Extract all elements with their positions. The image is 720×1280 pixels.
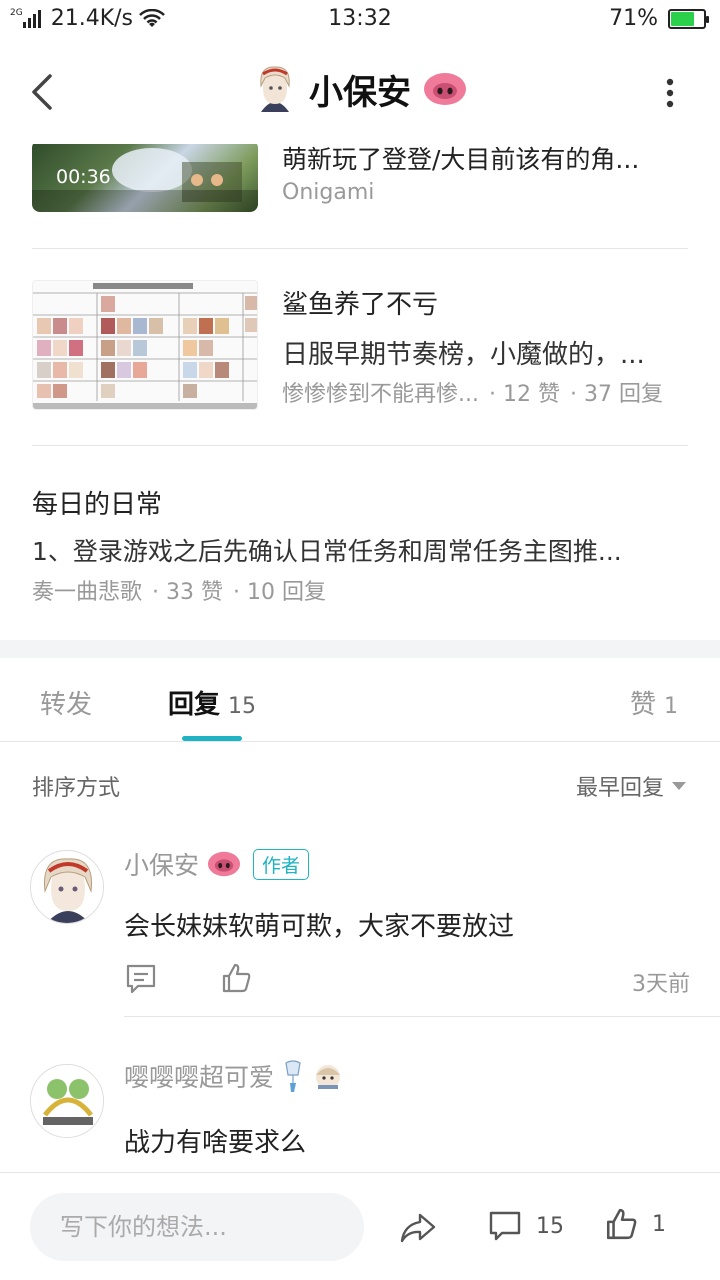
author-badge: 作者 <box>253 848 310 880</box>
tab-reply-label: 回复 <box>168 690 221 720</box>
feed-meta: 奏一曲悲歌 · 33 赞 · 10 回复 <box>32 574 326 606</box>
divider <box>32 248 688 249</box>
comment-time: 3天前 <box>632 972 690 997</box>
video-duration: 00:36 <box>56 166 111 188</box>
feed-replies: · 10 回复 <box>233 580 326 605</box>
section-separator <box>0 640 720 658</box>
active-tab-indicator <box>182 736 242 741</box>
feed-title: 每日的日常 <box>32 490 163 520</box>
feed-item[interactable]: 鲨鱼养了不亏 日服早期节奏榜，小魔做的，... 惨惨惨到不能再惨... · 12… <box>32 250 688 446</box>
feed-replies: · 37 回复 <box>569 382 663 407</box>
feed-author: 奏一曲悲歌 <box>32 580 143 605</box>
feed-item[interactable]: 每日的日常 1、登录游戏之后先确认日常任务和周常任务主图推... 奏一曲悲歌 ·… <box>32 470 688 610</box>
status-bar: 2G 21.4K/s 13:32 71% <box>0 0 720 40</box>
like-count: 1 <box>652 1211 666 1237</box>
tab-forward[interactable]: 转发 <box>40 684 92 721</box>
tab-reply[interactable]: 回复 15 <box>168 684 256 721</box>
feed-title: 鲨鱼养了不亏 <box>282 290 439 320</box>
feed-likes: · 12 赞 <box>488 382 560 407</box>
feed-meta: 惨惨惨到不能再惨... · 12 赞 · 37 回复 <box>282 376 688 408</box>
caret-down-icon <box>672 782 686 790</box>
avatar[interactable] <box>30 1064 104 1138</box>
tab-reply-count: 15 <box>228 694 257 719</box>
tier-list-image <box>33 283 257 409</box>
avatar[interactable] <box>30 850 104 924</box>
reply-icon[interactable] <box>124 962 158 996</box>
more-options-icon[interactable] <box>666 78 674 108</box>
like-button[interactable]: 1 <box>604 1207 666 1241</box>
comment-text: 战力有啥要求么 <box>124 1128 307 1158</box>
comment-author-name: 嘤嘤嘤超可爱 <box>124 1063 275 1092</box>
comment-count: 15 <box>536 1213 564 1239</box>
comment-text: 会长妹妹软萌可欺，大家不要放过 <box>124 912 515 942</box>
user-avatar-icon <box>31 851 103 923</box>
share-icon[interactable] <box>398 1211 438 1245</box>
comment-input[interactable] <box>30 1193 364 1261</box>
bottom-action-bar: 15 1 <box>0 1172 720 1280</box>
tab-like-label: 赞 <box>629 690 656 720</box>
user-avatar-icon <box>31 1065 103 1137</box>
status-right: 71% <box>609 6 709 31</box>
nav-title-group[interactable]: 小保安 <box>0 64 720 114</box>
comment-icon <box>489 1211 521 1241</box>
feed-author: 惨惨惨到不能再惨... <box>282 382 479 407</box>
pig-emoji-icon <box>207 851 241 877</box>
thumbs-up-icon[interactable] <box>220 962 252 994</box>
feed-likes: · 33 赞 <box>152 580 223 605</box>
comment-item[interactable]: 小保安 作者 会长妹妹软萌可欺，大家不要放过 3天前 <box>0 826 720 1018</box>
comment-author[interactable]: 小保安 作者 <box>124 846 310 882</box>
page-title: 小保安 <box>309 72 411 113</box>
sort-label: 排序方式 <box>32 776 121 801</box>
battery-level <box>671 11 694 26</box>
battery-icon <box>668 8 709 29</box>
sort-value: 最早回复 <box>575 776 664 801</box>
feed-author: Onigami <box>282 180 375 205</box>
sort-dropdown[interactable]: 最早回复 <box>576 770 686 802</box>
comment-input-box[interactable] <box>30 1193 364 1261</box>
comment-item[interactable]: 嘤嘤嘤超可爱 战力有啥要求么 <box>0 1018 720 1172</box>
feed-title: 萌新玩了登登/大目前该有的角... <box>282 145 640 174</box>
comment-author-name: 小保安 <box>124 851 200 880</box>
tab-forward-label: 转发 <box>40 690 93 720</box>
divider <box>124 1016 720 1017</box>
video-thumbnail: 00:36 <box>32 140 258 212</box>
feed-excerpt: 日服早期节奏榜，小魔做的，... <box>282 340 645 370</box>
comment-author[interactable]: 嘤嘤嘤超可爱 <box>124 1058 344 1094</box>
pig-emoji-icon <box>424 73 466 105</box>
wind-chime-icon <box>285 1060 301 1092</box>
comment-actions: 3天前 <box>124 962 690 1002</box>
top-nav-bar: 小保安 <box>0 40 720 144</box>
image-thumbnail <box>32 280 258 410</box>
feed-excerpt: 1、登录游戏之后先确认日常任务和周常任务主图推... <box>32 537 622 566</box>
sort-bar: 排序方式 最早回复 <box>0 742 720 826</box>
tab-like[interactable]: 赞1 <box>630 684 678 721</box>
thumbs-up-icon <box>606 1208 637 1240</box>
tab-like-count: 1 <box>664 694 678 719</box>
comment-count-button[interactable]: 15 <box>488 1209 564 1243</box>
battery-percent: 71% <box>609 6 658 31</box>
divider <box>32 445 688 446</box>
user-avatar-icon <box>260 66 290 112</box>
chibi-emoji-icon <box>316 1065 341 1089</box>
tab-bar: 转发 回复 15 赞1 <box>0 658 720 742</box>
